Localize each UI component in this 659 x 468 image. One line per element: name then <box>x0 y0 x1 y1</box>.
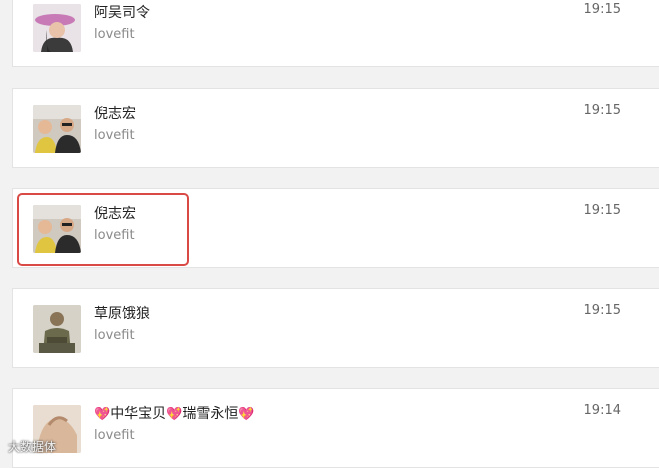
watermark: 大数据体 <box>8 440 57 454</box>
list-item[interactable]: 倪志宏 lovefit 19:15 <box>12 188 659 268</box>
contact-name: 草原饿狼 <box>94 306 150 322</box>
contact-subtitle: lovefit <box>94 428 135 443</box>
list-item[interactable]: 草原饿狼 lovefit 19:15 <box>12 288 659 368</box>
timestamp: 19:14 <box>583 403 621 418</box>
contact-subtitle: lovefit <box>94 128 135 143</box>
name-part: 瑞雪永恒 <box>182 406 239 422</box>
contact-name: 倪志宏 <box>94 106 136 122</box>
contact-name: 倪志宏 <box>94 206 136 222</box>
avatar <box>33 305 81 353</box>
avatar <box>33 4 81 52</box>
contact-subtitle: lovefit <box>94 328 135 343</box>
timestamp: 19:15 <box>583 2 621 17</box>
heart-icon: 💖 <box>238 407 255 422</box>
heart-icon: 💖 <box>166 407 183 422</box>
avatar <box>33 105 81 153</box>
heart-icon: 💖 <box>94 407 111 422</box>
avatar <box>33 205 81 253</box>
timestamp: 19:15 <box>583 103 621 118</box>
list-item[interactable]: 阿吴司令 lovefit 19:15 <box>12 0 659 67</box>
timestamp: 19:15 <box>583 203 621 218</box>
contact-name: 阿吴司令 <box>94 5 150 21</box>
contact-subtitle: lovefit <box>94 27 135 42</box>
list-item[interactable]: 倪志宏 lovefit 19:15 <box>12 88 659 168</box>
contact-subtitle: lovefit <box>94 228 135 243</box>
list-item[interactable]: 💖中华宝贝💖瑞雪永恒💖 lovefit 19:14 <box>12 388 659 468</box>
contact-name: 💖中华宝贝💖瑞雪永恒💖 <box>94 403 255 423</box>
timestamp: 19:15 <box>583 303 621 318</box>
name-part: 中华宝贝 <box>110 406 167 422</box>
